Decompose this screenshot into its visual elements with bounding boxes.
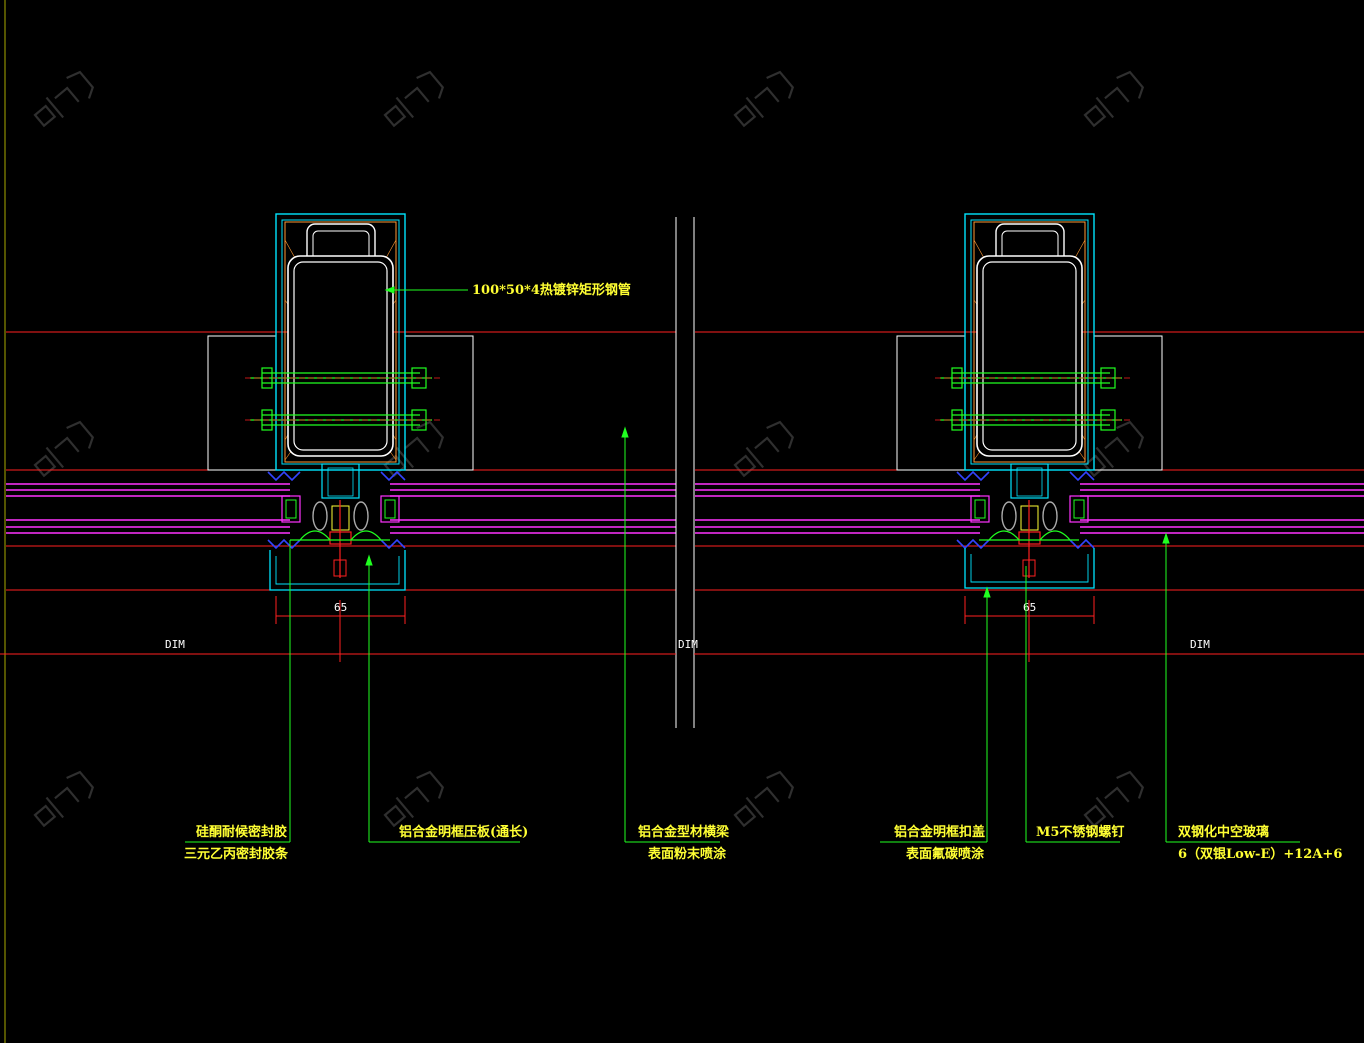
left-dim-label: DIM	[165, 638, 185, 651]
right-mullion-detail	[896, 213, 1163, 589]
watermark	[383, 770, 445, 828]
label-sealant-line1: 硅酮耐候密封胶	[196, 824, 287, 840]
center-separator	[675, 217, 695, 728]
label-sealant-line2: 三元乙丙密封胶条	[184, 846, 289, 862]
label-cover-line2: 表面氟碳喷涂	[905, 846, 985, 862]
watermark	[33, 770, 95, 828]
watermark	[1083, 770, 1145, 828]
label-glass-line1: 双钢化中空玻璃	[1178, 824, 1269, 840]
center-dim-label: DIM	[678, 638, 698, 651]
label-cover-line1: 铝合金明框扣盖	[894, 824, 985, 840]
right-dimension-value: 65	[1023, 601, 1036, 614]
label-steel-tube: 100*50*4热镀锌矩形钢管	[472, 282, 631, 298]
watermark	[1083, 420, 1145, 478]
watermark	[733, 70, 795, 128]
label-glass-line2: 6（双银Low-E）+12A+6	[1178, 846, 1342, 862]
watermark	[733, 420, 795, 478]
right-dim-label: DIM	[1190, 638, 1210, 651]
watermark	[733, 770, 795, 828]
cad-drawing-canvas: 65 DIM DIM 65 DIM 100*50*4热镀锌矩形钢管 硅酮耐候密封…	[0, 0, 1364, 1043]
watermark	[1083, 70, 1145, 128]
label-transom-line2: 表面粉末喷涂	[647, 846, 727, 862]
watermark	[383, 70, 445, 128]
left-dimension-value: 65	[334, 601, 347, 614]
label-transom-line1: 铝合金型材横梁	[638, 824, 730, 840]
label-screw: M5不锈钢螺钉	[1036, 824, 1124, 840]
label-pressure-plate: 铝合金明框压板(通长)	[399, 824, 528, 840]
watermark	[33, 70, 95, 128]
left-glass-lines	[6, 483, 676, 534]
watermark	[33, 420, 95, 478]
